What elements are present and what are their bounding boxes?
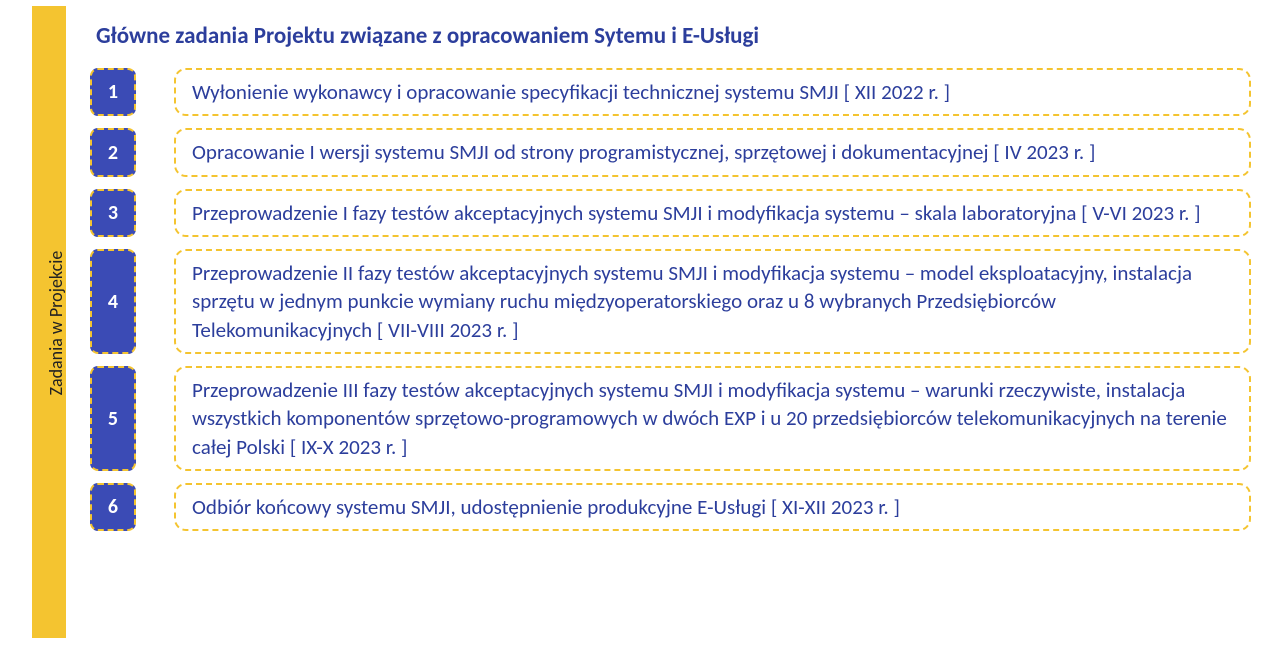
task-badge-4: 4 — [90, 249, 136, 354]
task-badge-2: 2 — [90, 128, 136, 176]
task-text-3: Przeprowadzenie I fazy testów akceptacyj… — [174, 189, 1251, 237]
task-row: 1 Wyłonienie wykonawcy i opracowanie spe… — [90, 68, 1251, 116]
task-badge-1: 1 — [90, 68, 136, 116]
task-row: 2 Opracowanie I wersji systemu SMJI od s… — [90, 128, 1251, 176]
task-row: 3 Przeprowadzenie I fazy testów akceptac… — [90, 189, 1251, 237]
task-text-5: Przeprowadzenie III fazy testów akceptac… — [174, 366, 1251, 471]
side-label: Zadania w Projekcie — [45, 223, 67, 423]
task-badge-6: 6 — [90, 483, 136, 531]
task-row: 4 Przeprowadzenie II fazy testów akcepta… — [90, 249, 1251, 354]
task-row: 5 Przeprowadzenie III fazy testów akcept… — [90, 366, 1251, 471]
content: Główne zadania Projektu związane z oprac… — [90, 22, 1251, 543]
task-badge-5: 5 — [90, 366, 136, 471]
task-text-1: Wyłonienie wykonawcy i opracowanie specy… — [174, 68, 1251, 116]
task-text-6: Odbiór końcowy systemu SMJI, udostępnien… — [174, 483, 1251, 531]
task-text-4: Przeprowadzenie II fazy testów akceptacy… — [174, 249, 1251, 354]
task-row: 6 Odbiór końcowy systemu SMJI, udostępni… — [90, 483, 1251, 531]
task-badge-3: 3 — [90, 189, 136, 237]
task-text-2: Opracowanie I wersji systemu SMJI od str… — [174, 128, 1251, 176]
main-title: Główne zadania Projektu związane z oprac… — [96, 22, 1251, 50]
